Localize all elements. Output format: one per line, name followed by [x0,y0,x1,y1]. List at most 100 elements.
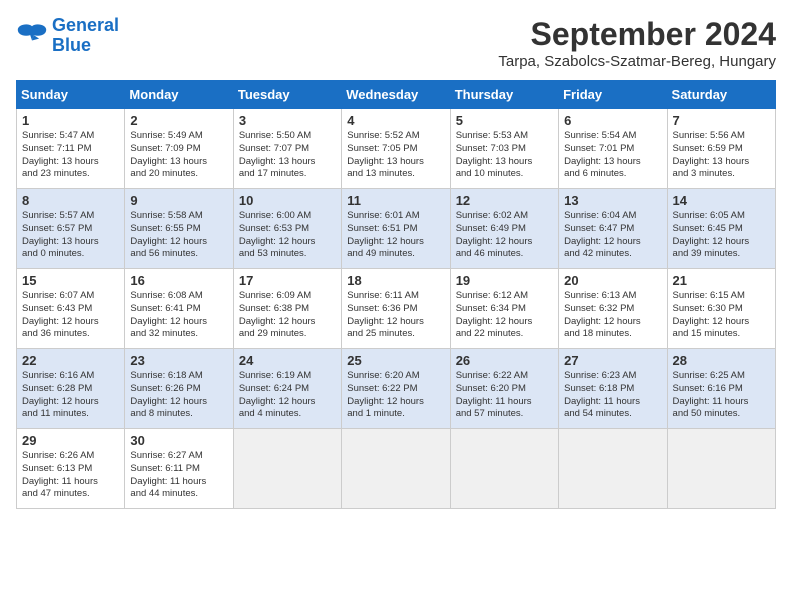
day-info: Sunrise: 6:26 AM Sunset: 6:13 PM Dayligh… [22,450,119,501]
day-number: 1 [22,113,119,128]
day-info: Sunrise: 5:53 AM Sunset: 7:03 PM Dayligh… [456,130,553,181]
day-info: Sunrise: 6:22 AM Sunset: 6:20 PM Dayligh… [456,370,553,421]
calendar-cell: 25 Sunrise: 6:20 AM Sunset: 6:22 PM Dayli… [342,349,450,429]
weekday-header-thursday: Thursday [450,81,558,109]
weekday-header-saturday: Saturday [667,81,775,109]
day-info: Sunrise: 6:27 AM Sunset: 6:11 PM Dayligh… [130,450,227,501]
calendar-cell: 28 Sunrise: 6:25 AM Sunset: 6:16 PM Dayli… [667,349,775,429]
calendar-cell: 14Sunrise: 6:05 AM Sunset: 6:45 PM Dayli… [667,189,775,269]
day-info: Sunrise: 6:18 AM Sunset: 6:26 PM Dayligh… [130,370,227,421]
day-info: Sunrise: 6:09 AM Sunset: 6:38 PM Dayligh… [239,290,336,341]
day-number: 10 [239,193,336,208]
day-number: 4 [347,113,444,128]
day-info: Sunrise: 6:12 AM Sunset: 6:34 PM Dayligh… [456,290,553,341]
day-number: 5 [456,113,553,128]
day-number: 9 [130,193,227,208]
calendar-cell: 16Sunrise: 6:08 AM Sunset: 6:41 PM Dayli… [125,269,233,349]
day-number: 21 [673,273,770,288]
weekday-header-monday: Monday [125,81,233,109]
day-number: 7 [673,113,770,128]
calendar-cell: 19Sunrise: 6:12 AM Sunset: 6:34 PM Dayli… [450,269,558,349]
calendar-cell: 9 Sunrise: 5:58 AM Sunset: 6:55 PM Daylig… [125,189,233,269]
calendar-cell: 20 Sunrise: 6:13 AM Sunset: 6:32 PM Dayli… [559,269,667,349]
logo: General Blue [16,16,119,56]
calendar-cell: 11 Sunrise: 6:01 AM Sunset: 6:51 PM Dayli… [342,189,450,269]
page-header: General Blue September 2024 Tarpa, Szabo… [16,16,776,70]
calendar-cell: 29 Sunrise: 6:26 AM Sunset: 6:13 PM Dayli… [17,429,125,509]
calendar-cell: 24 Sunrise: 6:19 AM Sunset: 6:24 PM Dayli… [233,349,341,429]
day-number: 27 [564,353,661,368]
calendar-week-4: 22Sunrise: 6:16 AM Sunset: 6:28 PM Dayli… [17,349,776,429]
day-number: 26 [456,353,553,368]
day-info: Sunrise: 5:52 AM Sunset: 7:05 PM Dayligh… [347,130,444,181]
day-number: 17 [239,273,336,288]
calendar-cell: 23 Sunrise: 6:18 AM Sunset: 6:26 PM Dayli… [125,349,233,429]
day-info: Sunrise: 6:02 AM Sunset: 6:49 PM Dayligh… [456,210,553,261]
day-number: 20 [564,273,661,288]
day-info: Sunrise: 6:15 AM Sunset: 6:30 PM Dayligh… [673,290,770,341]
weekday-header-wednesday: Wednesday [342,81,450,109]
day-info: Sunrise: 5:49 AM Sunset: 7:09 PM Dayligh… [130,130,227,181]
calendar-cell: 27Sunrise: 6:23 AM Sunset: 6:18 PM Dayli… [559,349,667,429]
day-number: 14 [673,193,770,208]
day-number: 11 [347,193,444,208]
day-info: Sunrise: 6:20 AM Sunset: 6:22 PM Dayligh… [347,370,444,421]
logo-text: General Blue [52,16,119,56]
day-number: 28 [673,353,770,368]
location: Tarpa, Szabolcs-Szatmar-Bereg, Hungary [498,53,776,70]
calendar-cell: 7 Sunrise: 5:56 AM Sunset: 6:59 PM Daylig… [667,109,775,189]
day-number: 8 [22,193,119,208]
calendar-week-2: 8 Sunrise: 5:57 AM Sunset: 6:57 PM Daylig… [17,189,776,269]
day-info: Sunrise: 5:54 AM Sunset: 7:01 PM Dayligh… [564,130,661,181]
logo-icon [16,22,48,50]
calendar-cell [233,429,341,509]
calendar-cell: 30Sunrise: 6:27 AM Sunset: 6:11 PM Dayli… [125,429,233,509]
day-info: Sunrise: 6:13 AM Sunset: 6:32 PM Dayligh… [564,290,661,341]
calendar-cell [559,429,667,509]
calendar-week-3: 15 Sunrise: 6:07 AM Sunset: 6:43 PM Dayli… [17,269,776,349]
calendar-cell: 18Sunrise: 6:11 AM Sunset: 6:36 PM Dayli… [342,269,450,349]
calendar-table: SundayMondayTuesdayWednesdayThursdayFrid… [16,80,776,509]
calendar-week-5: 29 Sunrise: 6:26 AM Sunset: 6:13 PM Dayli… [17,429,776,509]
day-info: Sunrise: 5:57 AM Sunset: 6:57 PM Dayligh… [22,210,119,261]
day-number: 25 [347,353,444,368]
day-number: 15 [22,273,119,288]
title-block: September 2024 Tarpa, Szabolcs-Szatmar-B… [498,16,776,70]
weekday-header-row: SundayMondayTuesdayWednesdayThursdayFrid… [17,81,776,109]
calendar-cell: 8 Sunrise: 5:57 AM Sunset: 6:57 PM Daylig… [17,189,125,269]
day-number: 3 [239,113,336,128]
calendar-cell: 2 Sunrise: 5:49 AM Sunset: 7:09 PM Daylig… [125,109,233,189]
day-info: Sunrise: 6:00 AM Sunset: 6:53 PM Dayligh… [239,210,336,261]
day-info: Sunrise: 6:08 AM Sunset: 6:41 PM Dayligh… [130,290,227,341]
day-info: Sunrise: 5:47 AM Sunset: 7:11 PM Dayligh… [22,130,119,181]
calendar-cell: 26 Sunrise: 6:22 AM Sunset: 6:20 PM Dayli… [450,349,558,429]
weekday-header-tuesday: Tuesday [233,81,341,109]
day-info: Sunrise: 5:56 AM Sunset: 6:59 PM Dayligh… [673,130,770,181]
day-info: Sunrise: 6:19 AM Sunset: 6:24 PM Dayligh… [239,370,336,421]
day-number: 29 [22,433,119,448]
day-info: Sunrise: 6:25 AM Sunset: 6:16 PM Dayligh… [673,370,770,421]
day-info: Sunrise: 6:04 AM Sunset: 6:47 PM Dayligh… [564,210,661,261]
calendar-cell: 12Sunrise: 6:02 AM Sunset: 6:49 PM Dayli… [450,189,558,269]
calendar-cell: 22Sunrise: 6:16 AM Sunset: 6:28 PM Dayli… [17,349,125,429]
calendar-cell: 17 Sunrise: 6:09 AM Sunset: 6:38 PM Dayli… [233,269,341,349]
day-number: 18 [347,273,444,288]
month-title: September 2024 [498,16,776,53]
calendar-week-1: 1 Sunrise: 5:47 AM Sunset: 7:11 PM Daylig… [17,109,776,189]
calendar-cell: 21 Sunrise: 6:15 AM Sunset: 6:30 PM Dayli… [667,269,775,349]
day-number: 24 [239,353,336,368]
weekday-header-friday: Friday [559,81,667,109]
calendar-cell: 4 Sunrise: 5:52 AM Sunset: 7:05 PM Daylig… [342,109,450,189]
calendar-cell: 1 Sunrise: 5:47 AM Sunset: 7:11 PM Daylig… [17,109,125,189]
day-info: Sunrise: 5:58 AM Sunset: 6:55 PM Dayligh… [130,210,227,261]
calendar-cell: 6 Sunrise: 5:54 AM Sunset: 7:01 PM Daylig… [559,109,667,189]
day-number: 6 [564,113,661,128]
day-number: 23 [130,353,227,368]
calendar-cell [342,429,450,509]
day-info: Sunrise: 6:07 AM Sunset: 6:43 PM Dayligh… [22,290,119,341]
day-info: Sunrise: 6:01 AM Sunset: 6:51 PM Dayligh… [347,210,444,261]
calendar-cell: 3Sunrise: 5:50 AM Sunset: 7:07 PM Daylig… [233,109,341,189]
day-info: Sunrise: 6:16 AM Sunset: 6:28 PM Dayligh… [22,370,119,421]
calendar-cell [667,429,775,509]
day-number: 2 [130,113,227,128]
